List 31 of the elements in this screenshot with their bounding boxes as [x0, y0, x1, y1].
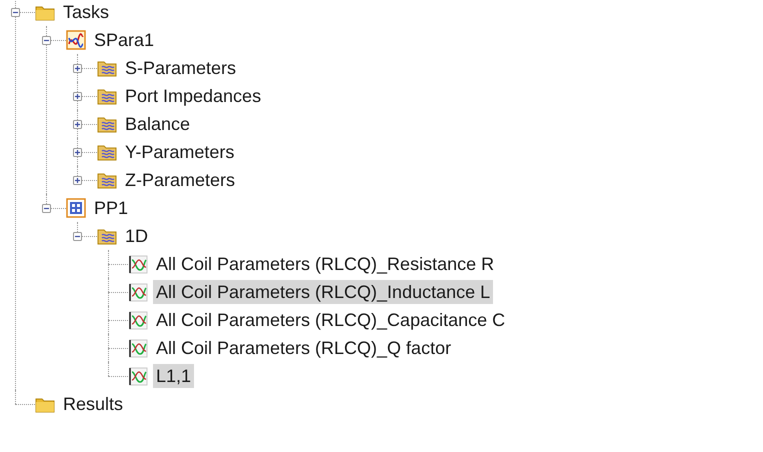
tree-item[interactable]: L1,1: [153, 364, 194, 388]
tree-item[interactable]: All Coil Parameters (RLCQ)_Inductance L: [153, 280, 494, 304]
tree-item[interactable]: S-Parameters: [122, 56, 240, 80]
collapse-icon[interactable]: [10, 8, 20, 16]
collapse-icon[interactable]: [42, 204, 50, 212]
tree-item[interactable]: 1D: [122, 224, 152, 248]
tree-item[interactable]: Y-Parameters: [122, 140, 238, 164]
collapse-icon[interactable]: [42, 36, 50, 44]
tree-item[interactable]: PP1: [91, 196, 132, 220]
tree-item[interactable]: Z-Parameters: [122, 168, 238, 192]
tree-item[interactable]: Results: [60, 392, 126, 416]
chart-icon: [66, 30, 86, 50]
tree-item[interactable]: Port Impedances: [122, 84, 264, 108]
tree-item[interactable]: SPara1: [91, 28, 158, 52]
expand-icon[interactable]: [72, 120, 82, 128]
expand-icon[interactable]: [72, 148, 82, 156]
tree-item[interactable]: Balance: [122, 112, 194, 136]
curve-icon: [128, 338, 148, 358]
grid-icon: [66, 198, 86, 218]
tree-item[interactable]: All Coil Parameters (RLCQ)_Resistance R: [153, 252, 498, 276]
tree-item[interactable]: All Coil Parameters (RLCQ)_Q factor: [153, 336, 454, 360]
collapse-icon[interactable]: [72, 232, 82, 240]
curve-icon: [128, 282, 148, 302]
expand-icon[interactable]: [72, 176, 82, 184]
expand-icon[interactable]: [72, 92, 82, 100]
curve-icon: [128, 254, 148, 274]
tree-item[interactable]: Tasks: [60, 0, 112, 24]
curve-icon: [128, 366, 148, 386]
curve-icon: [128, 310, 148, 330]
expand-icon[interactable]: [72, 64, 82, 72]
tree-item[interactable]: All Coil Parameters (RLCQ)_Capacitance C: [153, 308, 508, 332]
